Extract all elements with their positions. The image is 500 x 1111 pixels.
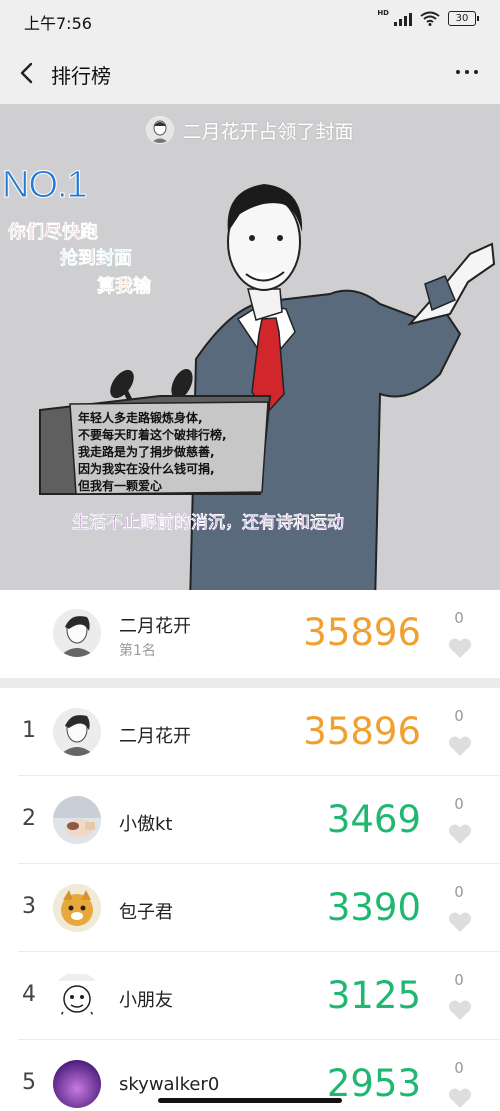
ranking-row[interactable]: 3 包子君 3390 0 bbox=[0, 864, 500, 952]
nav-header: 排行榜 bbox=[0, 40, 500, 104]
status-bar: 上午7:56 HD 30 bbox=[0, 0, 500, 40]
step-count: 3125 bbox=[326, 974, 421, 1017]
rank-number: 5 bbox=[22, 1070, 36, 1095]
podium-line: 不要每天盯着这个破排行榜, bbox=[78, 428, 227, 442]
cover-tagline-2: 抢到封面 bbox=[60, 248, 133, 270]
user-name: 二月花开 bbox=[119, 726, 191, 747]
cover-owner-banner: 二月花开占领了封面 bbox=[0, 116, 500, 144]
podium-text: 年轻人多走路锻炼身体, 不要每天盯着这个破排行榜, 我走路是为了捐步做慈善, 因… bbox=[78, 410, 278, 495]
my-rank-card[interactable]: 二月花开 第1名 35896 0 bbox=[0, 590, 500, 678]
cover-tagline-3: 算我输 bbox=[97, 276, 152, 298]
avatar[interactable] bbox=[53, 609, 101, 657]
signal-icon bbox=[394, 12, 412, 26]
like-count: 0 bbox=[454, 609, 464, 627]
heart-icon[interactable] bbox=[448, 823, 472, 845]
like-count: 0 bbox=[454, 707, 464, 725]
ranking-row[interactable]: 2 小傲kt 3469 0 bbox=[0, 776, 500, 864]
status-icons: HD 30 bbox=[377, 8, 479, 26]
owner-avatar bbox=[146, 116, 175, 144]
rank-number: 4 bbox=[22, 982, 36, 1007]
cover-slogan: 生活不止眼前的消沉，还有诗和运动 bbox=[72, 513, 344, 533]
avatar[interactable] bbox=[53, 884, 101, 932]
rank-number: 2 bbox=[22, 806, 36, 831]
chevron-left-icon[interactable] bbox=[18, 62, 36, 84]
heart-icon[interactable] bbox=[448, 999, 472, 1021]
podium-line: 因为我实在没什么钱可捐, bbox=[78, 462, 215, 476]
avatar[interactable] bbox=[53, 1060, 101, 1108]
ranking-row[interactable]: 1 二月花开 35896 0 bbox=[0, 688, 500, 776]
heart-icon[interactable] bbox=[448, 911, 472, 933]
avatar[interactable] bbox=[53, 972, 101, 1020]
my-rank-label: 第1名 bbox=[119, 643, 156, 659]
step-count: 3469 bbox=[326, 798, 421, 841]
status-time: 上午7:56 bbox=[24, 14, 92, 33]
step-count: 35896 bbox=[303, 611, 421, 654]
like-count: 0 bbox=[454, 1059, 464, 1077]
ranking-row[interactable]: 4 小朋友 3125 0 bbox=[0, 952, 500, 1040]
heart-icon[interactable] bbox=[448, 735, 472, 757]
avatar[interactable] bbox=[53, 796, 101, 844]
user-name: 包子君 bbox=[119, 902, 173, 923]
home-indicator[interactable] bbox=[158, 1098, 342, 1103]
user-name: 小朋友 bbox=[119, 990, 173, 1011]
rank-number: 3 bbox=[22, 894, 36, 919]
podium-line: 我走路是为了捐步做慈善, bbox=[78, 445, 215, 459]
user-name: skywalker0 bbox=[119, 1074, 220, 1095]
page-title: 排行榜 bbox=[51, 64, 111, 88]
heart-icon[interactable] bbox=[448, 1087, 472, 1109]
step-count: 3390 bbox=[326, 886, 421, 929]
podium-line: 但我有一颗爱心 bbox=[78, 479, 163, 493]
more-dots-icon[interactable] bbox=[456, 70, 478, 74]
cover-headline: NO.1 bbox=[2, 164, 89, 207]
like-count: 0 bbox=[454, 795, 464, 813]
heart-icon[interactable] bbox=[448, 637, 472, 659]
step-count: 35896 bbox=[303, 710, 421, 753]
avatar[interactable] bbox=[53, 708, 101, 756]
wifi-icon bbox=[420, 11, 440, 26]
like-count: 0 bbox=[454, 971, 464, 989]
user-name: 二月花开 bbox=[119, 616, 191, 637]
cover-image[interactable]: 二月花开占领了封面 NO.1 你们尽快跑 抢到封面 算我输 年轻人多走路锻炼身体… bbox=[0, 104, 500, 590]
cover-tagline-1: 你们尽快跑 bbox=[8, 222, 99, 244]
like-count: 0 bbox=[454, 883, 464, 901]
network-type: HD bbox=[377, 8, 389, 17]
cover-owner-text: 二月花开占领了封面 bbox=[182, 120, 354, 143]
user-name: 小傲kt bbox=[119, 814, 173, 835]
ranking-list: 1 二月花开 35896 0 2 小傲kt 3469 0 3 包子君 3390 … bbox=[0, 688, 500, 1111]
rank-number: 1 bbox=[22, 718, 36, 743]
battery-icon: 30 bbox=[448, 11, 479, 26]
podium-line: 年轻人多走路锻炼身体, bbox=[78, 411, 203, 425]
